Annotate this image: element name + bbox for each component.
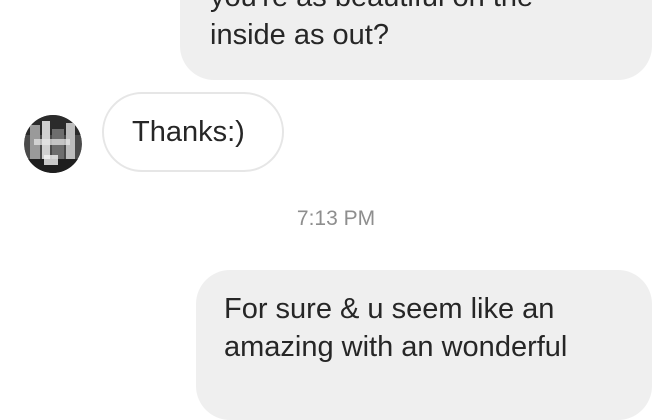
message-text-line: amazing with an wonderful — [224, 331, 568, 363]
message-text: Thanks:) — [132, 116, 245, 148]
message-text-line: you're as beautiful on the — [210, 0, 622, 16]
message-thread: you're as beautiful on the inside as out… — [0, 0, 672, 420]
sent-message-bubble[interactable]: you're as beautiful on the inside as out… — [180, 0, 652, 80]
timestamp: 7:13 PM — [296, 207, 376, 230]
sent-message-bubble[interactable]: For sure & u seem like an amazing with a… — [196, 270, 652, 420]
avatar[interactable] — [24, 115, 82, 173]
received-message-bubble[interactable]: Thanks:) — [102, 92, 284, 172]
message-text-line: inside as out? — [210, 19, 389, 51]
avatar-photo-icon — [24, 115, 82, 173]
message-text-line: For sure & u seem like an — [224, 293, 555, 325]
